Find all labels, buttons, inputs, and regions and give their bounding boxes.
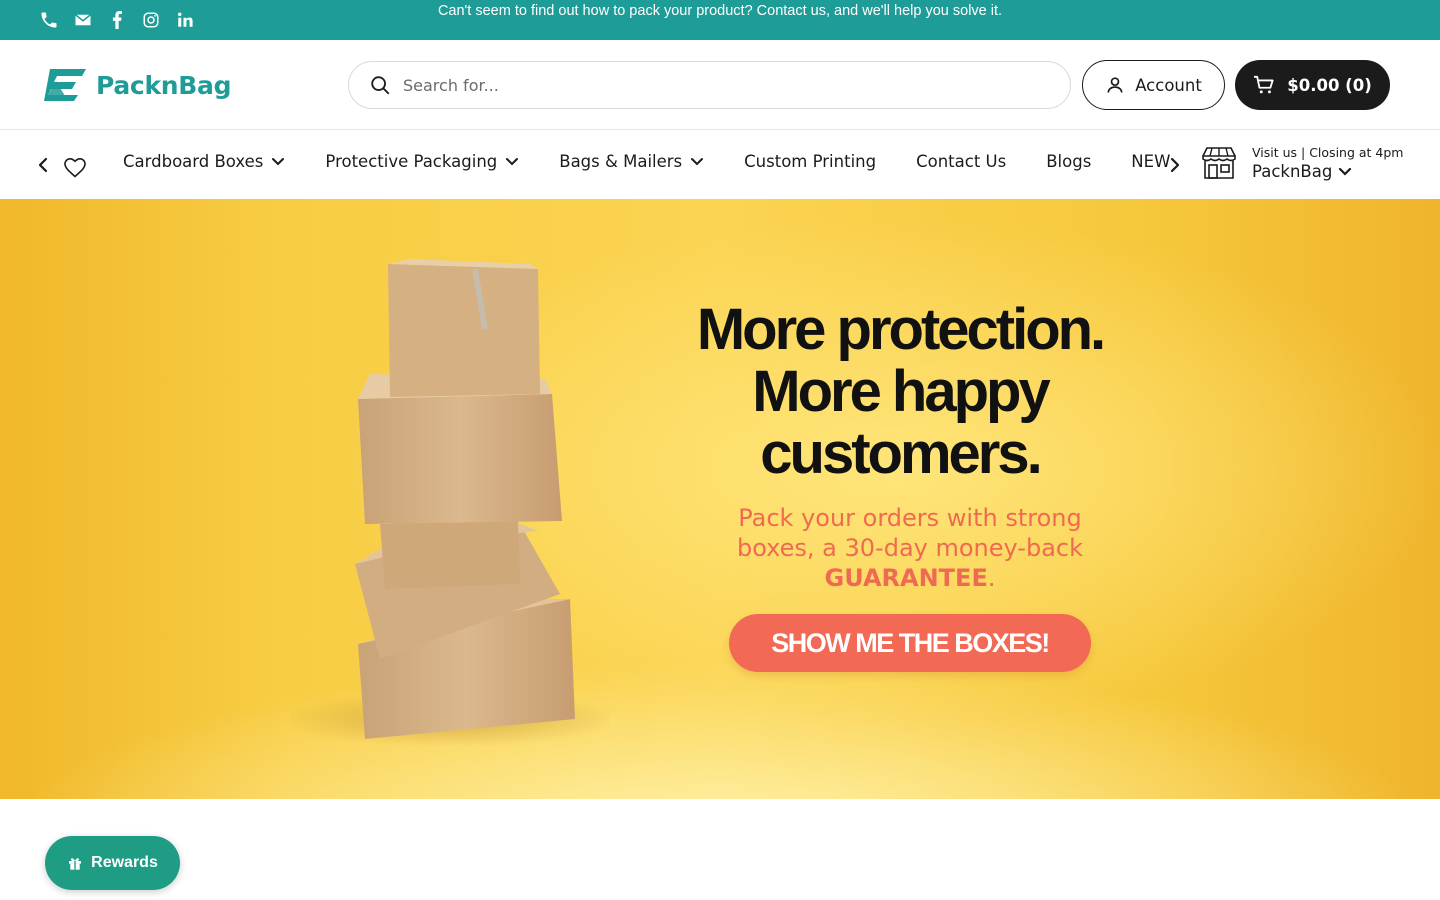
chevron-down-icon <box>272 157 285 165</box>
chevron-down-icon <box>1339 167 1352 176</box>
rewards-label: Rewards <box>91 854 158 871</box>
chevron-right-icon <box>1170 157 1180 173</box>
nav-item-label: Bags & Mailers <box>559 152 683 171</box>
hero-title-line-2: More happy <box>752 359 1051 424</box>
social-links <box>38 9 196 31</box>
hero-subtitle-line-2: boxes, a 30-day money-back <box>737 534 1083 562</box>
cart-icon <box>1254 75 1274 94</box>
storefront-icon <box>1202 147 1236 179</box>
nav-item-label: Protective Packaging <box>325 152 498 171</box>
nav-item-custom-printing[interactable]: Custom Printing <box>744 152 876 171</box>
account-label: Account <box>1135 75 1202 95</box>
nav-item-bags-mailers[interactable]: Bags & Mailers <box>559 152 704 171</box>
site-header: PacknBag Account $0.00 (0) <box>0 40 1440 130</box>
nav-items: Cardboard Boxes Protective Packaging Bag… <box>123 152 1170 171</box>
chevron-down-icon <box>691 157 704 165</box>
hero-subtitle: Pack your orders with strong boxes, a 30… <box>700 503 1120 593</box>
rewards-button[interactable]: Rewards <box>45 836 180 890</box>
store-name: PacknBag <box>1252 162 1403 181</box>
nav-item-protective-packaging[interactable]: Protective Packaging <box>325 152 519 171</box>
hero-title-line-3: customers. <box>760 421 1042 486</box>
guarantee-period: . <box>987 564 996 592</box>
guarantee-text: GUARANTEE <box>824 564 988 592</box>
main-nav: Cardboard Boxes Protective Packaging Bag… <box>0 131 1440 199</box>
store-hours: Visit us | Closing at 4pm <box>1252 145 1404 160</box>
nav-item-blogs[interactable]: Blogs <box>1046 152 1091 171</box>
hero-title-line-1: More protection. <box>696 297 1106 362</box>
nav-item-contact-us[interactable]: Contact Us <box>916 152 1006 171</box>
hero-banner[interactable]: More protection. More happy customers. P… <box>0 199 1440 799</box>
linkedin-icon[interactable] <box>174 9 196 31</box>
announcement-bar: Can't seem to find out how to pack your … <box>0 0 1440 40</box>
logo-text: PacknBag <box>96 70 232 100</box>
hero-subtitle-line-3: GUARANTEE. <box>700 563 1120 593</box>
store-selector[interactable]: Visit us | Closing at 4pm PacknBag <box>1200 145 1403 181</box>
phone-icon[interactable] <box>38 9 60 31</box>
nav-item-label: Cardboard Boxes <box>123 152 264 171</box>
account-button[interactable]: Account <box>1082 60 1225 110</box>
announcement-message: Can't seem to find out how to pack your … <box>437 3 1003 19</box>
nav-item-label: Custom Printing <box>744 152 877 171</box>
logo-icon <box>44 69 86 101</box>
hero-title: More protection. More happy customers. <box>640 299 1160 485</box>
wishlist-heart-icon[interactable] <box>63 156 87 180</box>
logo[interactable]: PacknBag <box>42 67 231 103</box>
chevron-down-icon <box>506 157 519 165</box>
user-icon <box>1107 77 1123 93</box>
nav-item-label: Contact Us <box>916 152 1007 171</box>
search-input[interactable] <box>403 75 1003 95</box>
store-info: Visit us | Closing at 4pm PacknBag <box>1252 145 1403 181</box>
gift-icon <box>69 858 82 870</box>
chevron-left-icon <box>38 157 48 173</box>
stacked-boxes-image <box>290 259 610 747</box>
cart-button[interactable]: $0.00 (0) <box>1235 60 1390 110</box>
search-icon[interactable] <box>369 74 391 96</box>
hero-subtitle-line-1: Pack your orders with strong <box>738 504 1082 532</box>
nav-item-cardboard-boxes[interactable]: Cardboard Boxes <box>123 152 285 171</box>
show-me-boxes-button[interactable]: SHOW ME THE BOXES! <box>729 614 1091 672</box>
cart-total: $0.00 (0) <box>1287 75 1372 95</box>
search-bar[interactable] <box>348 61 1071 109</box>
facebook-icon[interactable] <box>106 9 128 31</box>
store-name-label: PacknBag <box>1252 162 1333 181</box>
email-icon[interactable] <box>72 9 94 31</box>
nav-item-label: Blogs <box>1046 152 1092 171</box>
nav-scroll-right-button[interactable] <box>1164 153 1186 177</box>
instagram-icon[interactable] <box>140 9 162 31</box>
nav-scroll-left-button[interactable] <box>32 153 54 177</box>
